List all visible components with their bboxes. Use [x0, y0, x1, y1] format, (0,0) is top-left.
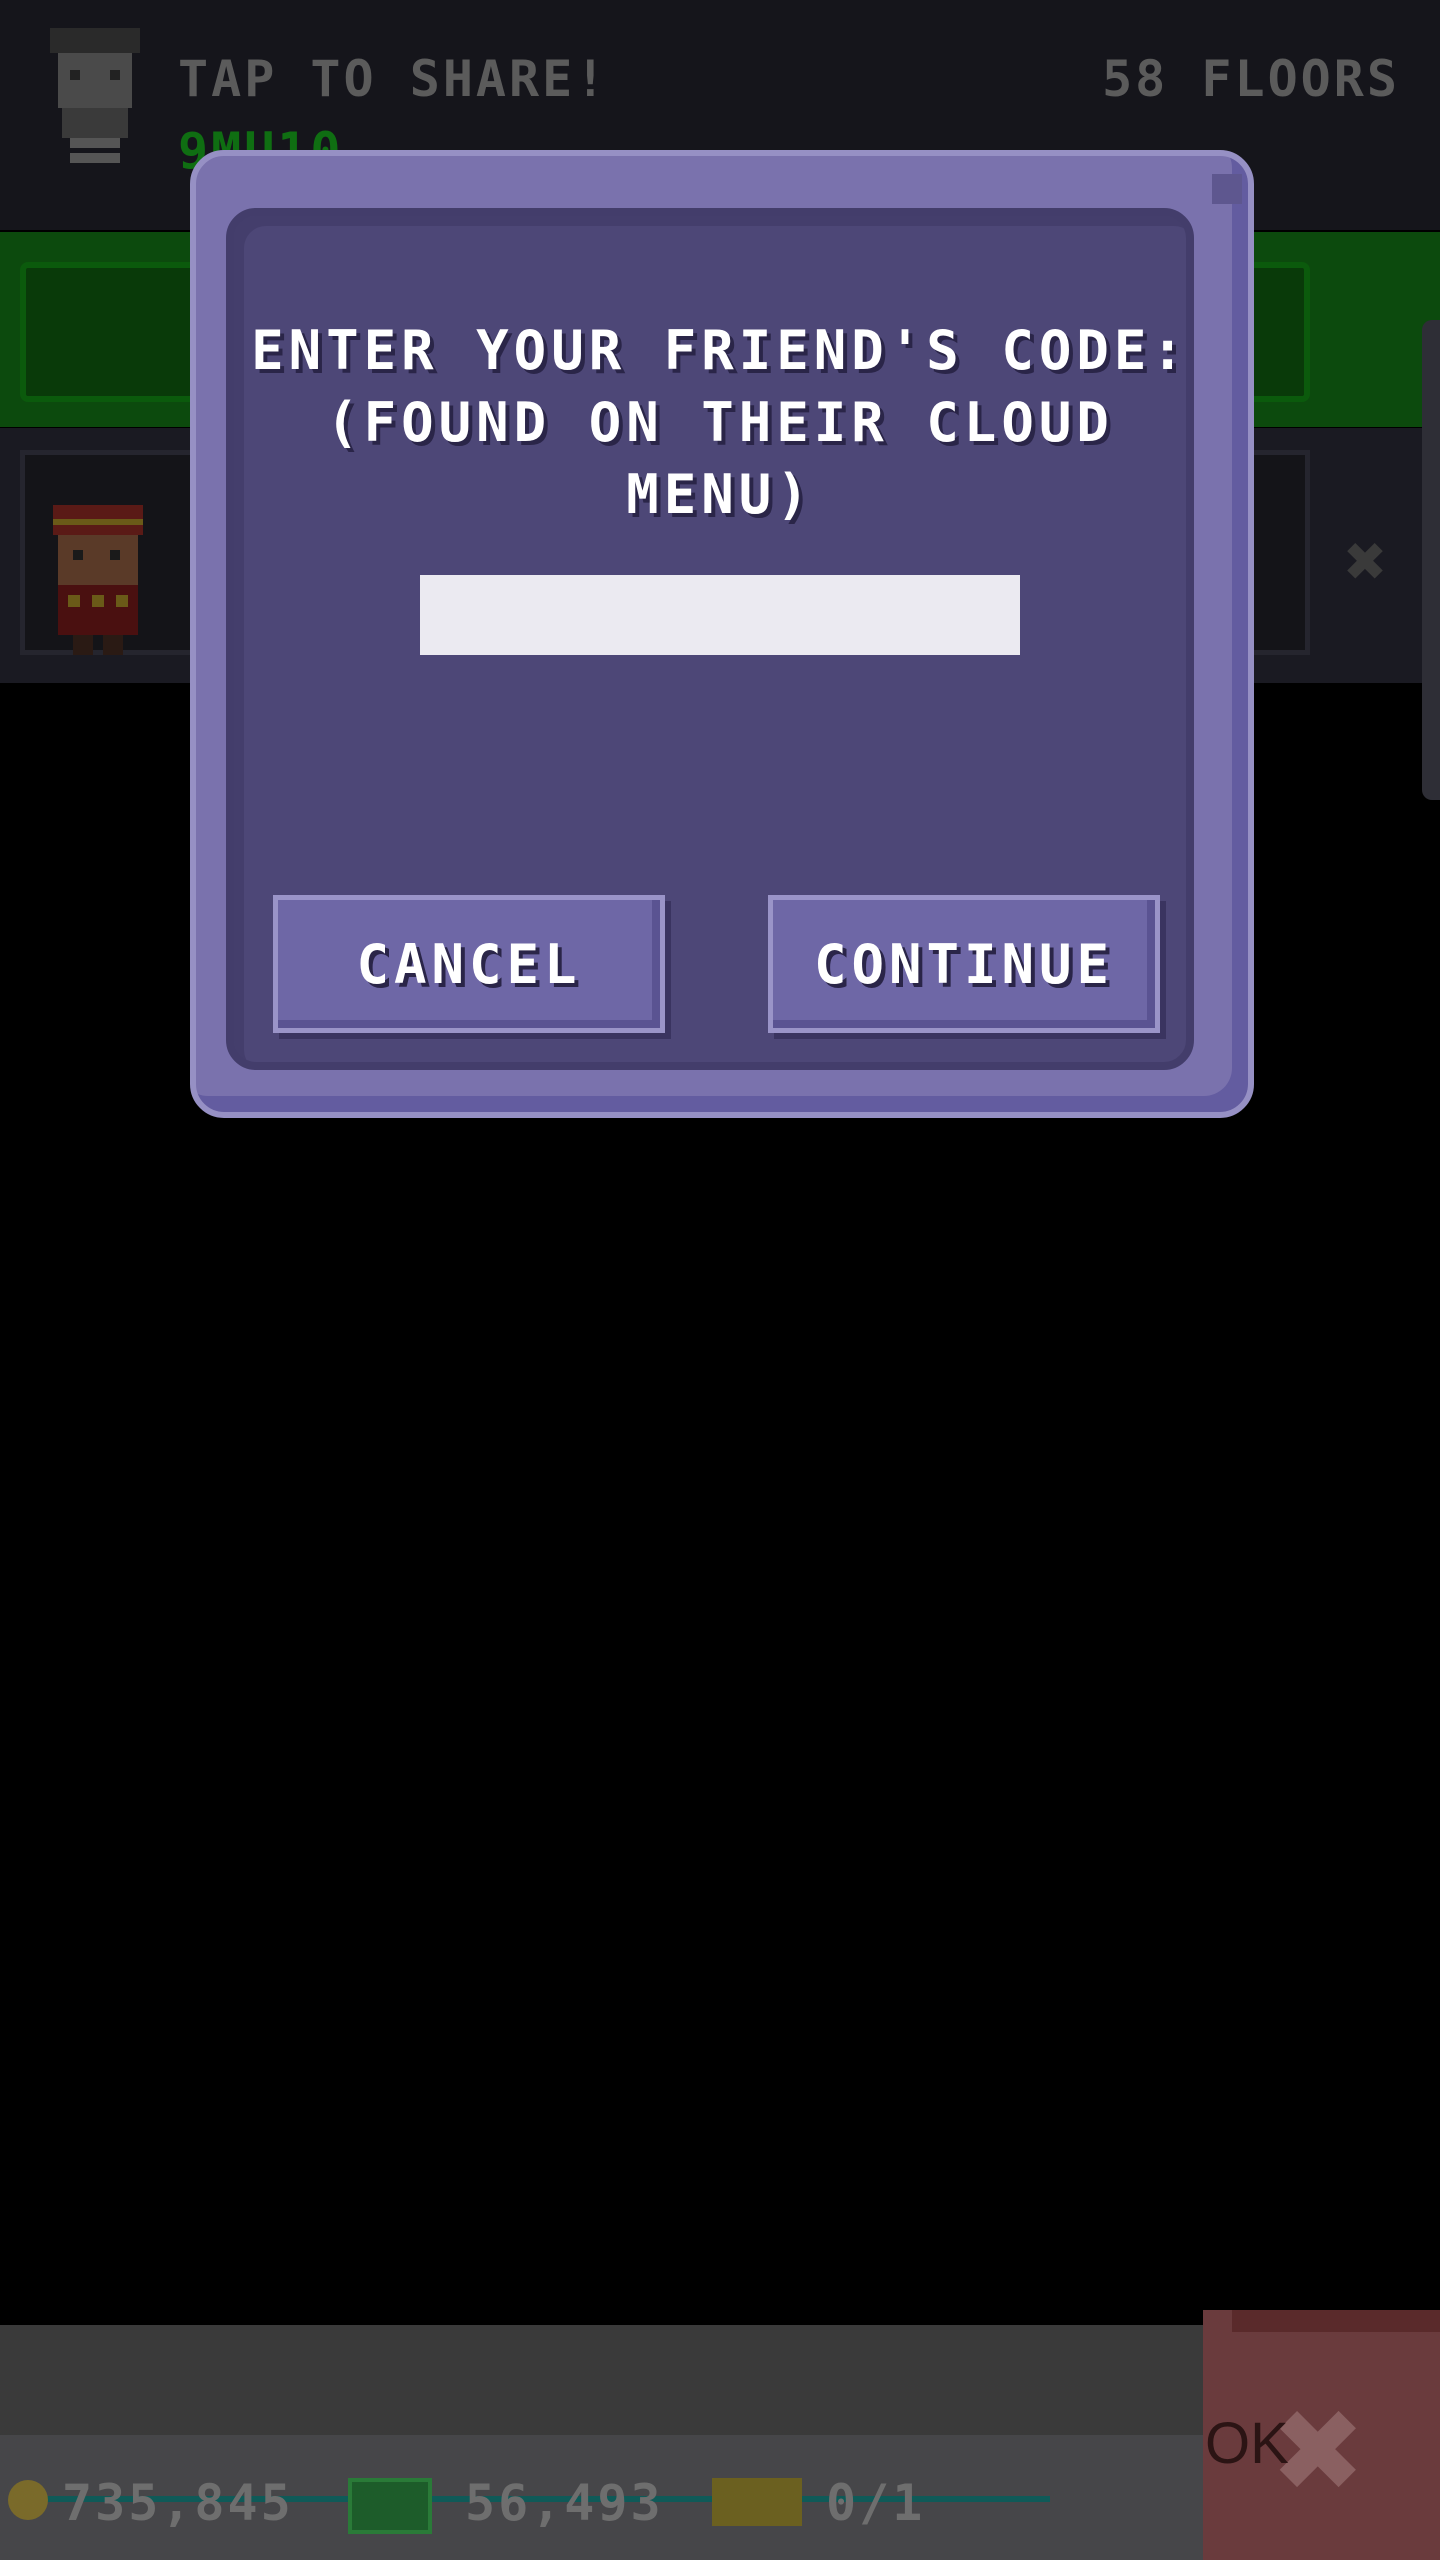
coin-icon — [8, 2480, 48, 2520]
continue-button[interactable]: CONTINUE — [768, 895, 1160, 1033]
tap-to-share-label[interactable]: TAP TO SHARE! — [178, 50, 608, 108]
dialog-title-line-2: (FOUND ON THEIR CLOUD — [326, 391, 1114, 454]
friend-code-input[interactable] — [420, 575, 1020, 655]
coins-count: 735,845 — [62, 2474, 294, 2532]
dialog-corner-decoration — [1212, 174, 1242, 204]
side-panel-handle[interactable] — [1422, 320, 1440, 800]
gems-count: 56,493 — [465, 2474, 664, 2532]
dialog-title-line-1: ENTER YOUR FRIEND'S CODE: — [251, 319, 1189, 382]
dialog-title-line-3: MENU) — [626, 463, 814, 526]
gem-icon — [348, 2478, 432, 2534]
close-row-icon[interactable]: ✖ — [1345, 520, 1387, 602]
player-avatar-icon — [50, 28, 140, 163]
bellhop-avatar-icon — [53, 505, 143, 655]
dialog-title: ENTER YOUR FRIEND'S CODE: (FOUND ON THEI… — [236, 315, 1204, 531]
cancel-button[interactable]: CANCEL — [273, 895, 665, 1033]
ok-panel-top — [1232, 2310, 1440, 2332]
floors-count-label: 58 FLOORS — [1102, 50, 1400, 108]
ticket-icon — [712, 2478, 802, 2526]
ok-label[interactable]: OK — [1205, 2410, 1289, 2477]
tickets-count: 0/1 — [826, 2474, 926, 2532]
